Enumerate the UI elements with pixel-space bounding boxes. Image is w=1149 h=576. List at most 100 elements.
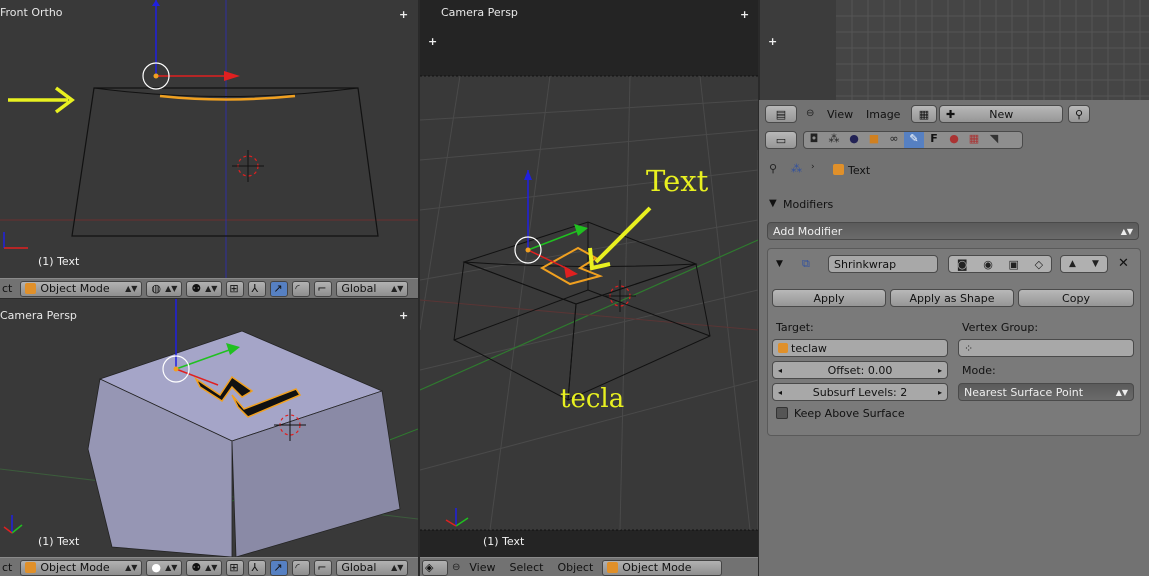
transform-orientation[interactable]: Global ▲▼: [336, 559, 409, 576]
layers-button[interactable]: ⊞: [226, 280, 245, 297]
rotate-manipulator[interactable]: ◜: [292, 559, 311, 576]
image-editor[interactable]: +: [760, 0, 1149, 100]
viewport-camera-main[interactable]: Camera Persp + + Text tecla (1) Text: [420, 0, 758, 557]
viewport-expand-icon[interactable]: +: [399, 9, 408, 20]
object-tab-icon[interactable]: ■: [864, 132, 884, 148]
active-object-label: (1) Text: [38, 255, 80, 268]
layers-button[interactable]: ⊞: [226, 559, 245, 576]
properties-editor-type[interactable]: ▭: [765, 131, 797, 149]
close-icon[interactable]: ✕: [1118, 256, 1129, 271]
material-tab-icon[interactable]: ●: [944, 132, 964, 148]
uv-grid: [760, 0, 1149, 100]
move-down-icon[interactable]: ▼: [1092, 259, 1099, 269]
viewport-shading-button[interactable]: ◍ ▲▼: [146, 280, 183, 297]
decrement-icon[interactable]: ◂: [778, 388, 782, 397]
apply-as-shape-button[interactable]: Apply as Shape: [890, 289, 1014, 307]
mode-selector[interactable]: Object Mode ▲▼: [20, 280, 143, 297]
modifier-collapse-icon[interactable]: ▼: [776, 259, 783, 269]
new-image-button-label: New: [989, 107, 1014, 121]
pin-icon[interactable]: ⚲: [769, 162, 777, 175]
browse-image-button[interactable]: ▦: [911, 105, 937, 123]
render-toggle-icon[interactable]: ◙: [957, 258, 968, 271]
increment-icon[interactable]: ▸: [938, 366, 942, 375]
vertex-group-field[interactable]: ⁘: [958, 339, 1134, 357]
object-icon: [833, 164, 844, 175]
apply-button[interactable]: Apply: [772, 289, 886, 307]
editor-type-button[interactable]: ◈: [422, 559, 448, 576]
world-tab-icon[interactable]: ●: [844, 132, 864, 148]
translate-manipulator[interactable]: ↗: [270, 559, 289, 576]
viewport-label: Front Ortho: [0, 6, 63, 19]
pin-icon: ⚲: [1074, 107, 1084, 121]
menu-view[interactable]: View: [827, 108, 853, 121]
modifier-name-field[interactable]: Shrinkwrap: [828, 255, 938, 273]
texture-tab-icon[interactable]: ▦: [964, 132, 984, 148]
cage-toggle-icon[interactable]: ◇: [1035, 258, 1043, 271]
modifiers-panel-header[interactable]: ▼ Modifiers: [765, 196, 1143, 214]
pivot-point-button[interactable]: ⚉ ▲▼: [186, 280, 223, 297]
move-up-icon[interactable]: ▲: [1069, 259, 1076, 269]
mode-selector[interactable]: Object Mode ▲▼: [20, 559, 143, 576]
chevron-updown-icon: ▲▼: [125, 563, 138, 572]
keep-above-checkbox[interactable]: [776, 407, 788, 419]
breadcrumb-object: Text: [848, 164, 871, 177]
chevron-updown-icon: ▲▼: [391, 563, 404, 572]
viewport-split-icon[interactable]: +: [428, 36, 437, 47]
menu-object[interactable]: Object: [552, 561, 598, 574]
render-tab-icon[interactable]: ◘: [804, 132, 824, 148]
visibility-toggle-icon[interactable]: ◉: [983, 258, 993, 271]
mode-dropdown[interactable]: Nearest Surface Point ▲▼: [958, 383, 1134, 401]
translate-manipulator[interactable]: ↗: [270, 280, 289, 297]
viewport-expand-icon[interactable]: +: [740, 9, 749, 20]
pin-button[interactable]: ⚲: [1068, 105, 1090, 123]
keycap-outline: [71, 87, 379, 237]
transform-orientation[interactable]: Global ▲▼: [336, 280, 409, 297]
breadcrumb: ⚲ ⁂ › Text: [759, 160, 1149, 180]
header-menu-fragment[interactable]: ct: [2, 561, 12, 574]
subsurf-value: Subsurf Levels: 2: [812, 385, 908, 399]
font-tab-icon[interactable]: F: [924, 132, 944, 148]
viewport-expand-icon[interactable]: +: [399, 310, 408, 321]
viewport-camera-left[interactable]: Camera Persp + (1) Text: [0, 299, 418, 557]
collapse-menu-icon[interactable]: ⊖: [452, 562, 460, 573]
properties-icon: ▭: [775, 133, 787, 147]
viewport-header-top-left: ct Object Mode ▲▼ ◍ ▲▼ ⚉ ▲▼ ⊞ ⅄ ↗ ◜ ⌐ Globa…: [0, 278, 418, 298]
manipulator-toggle[interactable]: ⅄: [248, 559, 267, 576]
scale-manipulator[interactable]: ⌐: [314, 559, 333, 576]
target-value: teclaw: [791, 341, 827, 355]
menu-image[interactable]: Image: [866, 108, 900, 121]
section-title: Modifiers: [783, 198, 834, 211]
scale-icon: ⌐: [317, 561, 327, 574]
subsurf-levels-field[interactable]: ◂ Subsurf Levels: 2 ▸: [772, 383, 948, 401]
viewport-front-ortho[interactable]: Front Ortho + (1) Text: [0, 0, 418, 278]
new-image-button[interactable]: ✚ New: [939, 105, 1063, 123]
pivot-point-button[interactable]: ⚉ ▲▼: [186, 559, 223, 576]
pivot-icon: ⚉: [191, 282, 202, 295]
copy-button[interactable]: Copy: [1018, 289, 1134, 307]
manipulator-toggle[interactable]: ⅄: [248, 280, 267, 297]
increment-icon[interactable]: ▸: [938, 388, 942, 397]
vertex-group-icon: ⁘: [964, 341, 974, 355]
modifiers-tab-icon[interactable]: ✎: [904, 132, 924, 148]
menu-view[interactable]: View: [464, 561, 500, 574]
constraints-tab-icon[interactable]: ∞: [884, 132, 904, 148]
physics-tab-icon[interactable]: ◥: [984, 132, 1004, 148]
header-menu-fragment[interactable]: ct: [2, 282, 12, 295]
scale-manipulator[interactable]: ⌐: [314, 280, 333, 297]
viewport-split-icon[interactable]: +: [768, 36, 777, 47]
menu-select[interactable]: Select: [505, 561, 549, 574]
mode-selector[interactable]: Object Mode: [602, 559, 723, 576]
camera-main-scene: [420, 0, 758, 557]
editor-type-button[interactable]: ▤: [765, 105, 797, 123]
editmode-toggle-icon[interactable]: ▣: [1009, 258, 1019, 271]
viewport-shading-button[interactable]: ● ▲▼: [146, 559, 183, 576]
active-object-label: (1) Text: [38, 535, 80, 548]
target-field[interactable]: teclaw: [772, 339, 948, 357]
offset-field[interactable]: ◂ Offset: 0.00 ▸: [772, 361, 948, 379]
rotate-manipulator[interactable]: ◜: [292, 280, 311, 297]
cube-icon: ◈: [425, 561, 434, 574]
decrement-icon[interactable]: ◂: [778, 366, 782, 375]
collapse-menu-icon[interactable]: ⊖: [806, 108, 814, 119]
add-modifier-dropdown[interactable]: Add Modifier ▲▼: [767, 222, 1139, 240]
scene-tab-icon[interactable]: ⁂: [824, 132, 844, 148]
